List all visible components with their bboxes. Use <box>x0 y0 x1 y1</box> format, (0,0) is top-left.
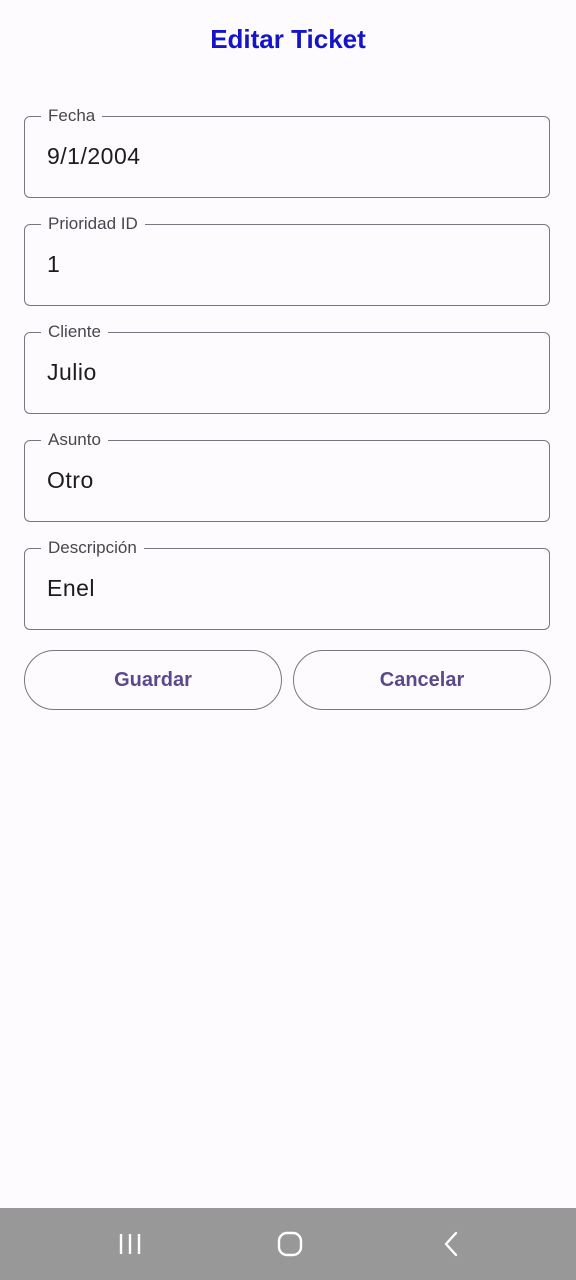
save-button[interactable]: Guardar <box>24 650 282 710</box>
prioridad-id-field[interactable]: Prioridad ID <box>24 214 550 306</box>
save-button-label: Guardar <box>114 668 192 691</box>
prioridad-id-input[interactable] <box>47 249 517 279</box>
cancel-button-label: Cancelar <box>379 668 465 691</box>
system-nav-bar <box>0 1208 576 1280</box>
descripcion-input[interactable] <box>47 573 517 603</box>
home-button[interactable] <box>262 1224 318 1264</box>
prioridad-id-label: Prioridad ID <box>41 214 145 234</box>
cliente-input[interactable] <box>47 357 517 387</box>
fecha-field[interactable]: Fecha <box>24 106 550 198</box>
descripcion-field[interactable]: Descripción <box>24 538 550 630</box>
cliente-label: Cliente <box>41 322 108 342</box>
fecha-label: Fecha <box>41 106 103 126</box>
back-button[interactable] <box>424 1224 480 1264</box>
cliente-field[interactable]: Cliente <box>24 322 550 414</box>
cancel-button[interactable]: Cancelar <box>293 650 551 710</box>
recent-apps-button[interactable] <box>102 1224 158 1264</box>
fecha-input[interactable] <box>47 141 517 171</box>
descripcion-label: Descripción <box>41 538 144 558</box>
asunto-input[interactable] <box>47 465 517 495</box>
home-icon <box>277 1231 303 1257</box>
asunto-label: Asunto <box>41 430 108 450</box>
recent-apps-icon <box>119 1234 141 1254</box>
asunto-field[interactable]: Asunto <box>24 430 550 522</box>
back-icon <box>444 1231 458 1257</box>
page-title: Editar Ticket <box>210 24 366 54</box>
